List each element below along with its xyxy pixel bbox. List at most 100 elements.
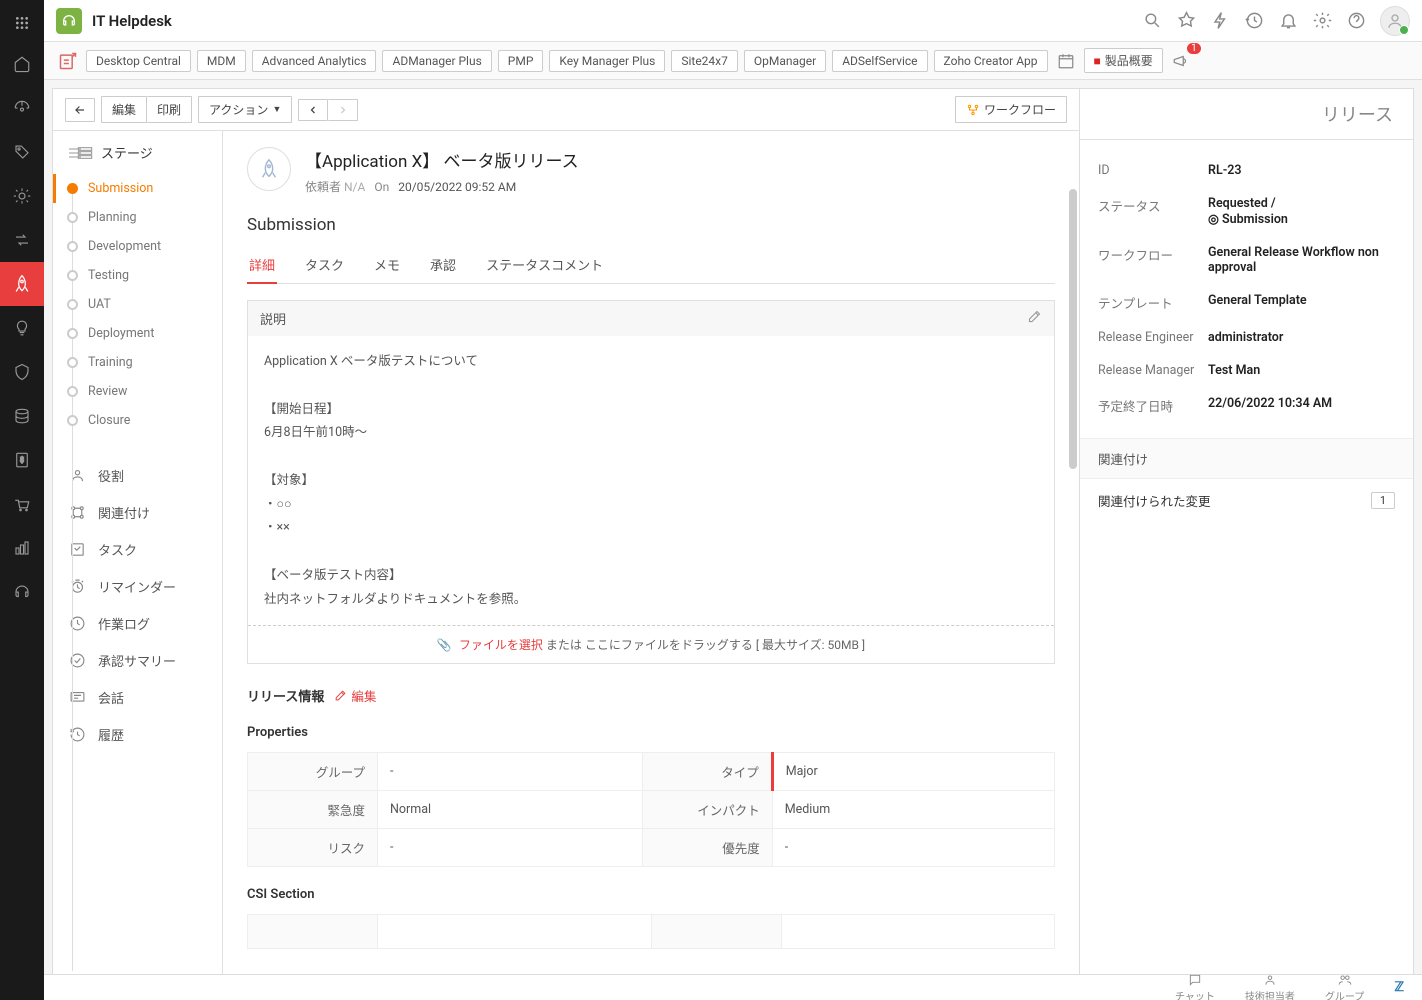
nav-home-icon[interactable]	[0, 42, 44, 86]
link-advanced-analytics[interactable]: Advanced Analytics	[252, 50, 377, 72]
link-admanager[interactable]: ADManager Plus	[382, 50, 491, 72]
bell-icon[interactable]	[1278, 11, 1298, 31]
integration-linkbar: Desktop Central MDM Advanced Analytics A…	[44, 42, 1422, 80]
footer-zia[interactable]: ℤ	[1394, 980, 1404, 995]
app-logo	[56, 8, 82, 34]
add-request-icon[interactable]	[56, 49, 80, 73]
sidemenu-assoc[interactable]: 関連付け	[53, 494, 222, 531]
action-dropdown[interactable]: アクション ▼	[198, 96, 292, 123]
video-product-overview[interactable]: ■製品概要	[1084, 48, 1163, 73]
stage-training[interactable]: Training	[67, 348, 208, 377]
apps-grid-icon[interactable]	[0, 4, 44, 42]
nav-cmdb-icon[interactable]	[0, 394, 44, 438]
properties-table: グループ-タイプMajor緊急度NormalインパクトMediumリスク-優先度…	[247, 752, 1055, 867]
nav-report-icon[interactable]	[0, 526, 44, 570]
meta-row: Release Engineeradministrator	[1098, 321, 1395, 354]
detail-panel: 【Application X】 ベータ版リリース 依頼者 N/A On 20/0…	[223, 131, 1079, 991]
paperclip-icon: 📎	[437, 638, 452, 652]
nav-release-icon[interactable]	[0, 262, 44, 306]
user-avatar[interactable]	[1380, 6, 1410, 36]
footer-group[interactable]: グループ	[1325, 973, 1364, 1000]
history-icon[interactable]	[1244, 11, 1264, 31]
link-keymanager[interactable]: Key Manager Plus	[549, 50, 665, 72]
nav-purchase-icon[interactable]	[0, 482, 44, 526]
calendar-icon[interactable]	[1054, 49, 1078, 73]
link-pmp[interactable]: PMP	[498, 50, 544, 72]
file-drop-zone[interactable]: 📎 ファイルを選択 または ここにファイルをドラッグする [ 最大サイズ: 50…	[248, 625, 1054, 663]
stage-deployment[interactable]: Deployment	[67, 319, 208, 348]
meta-row: IDRL-23	[1098, 154, 1395, 187]
tab-status-comments[interactable]: ステータスコメント	[484, 247, 605, 284]
stage-development[interactable]: Development	[67, 232, 208, 261]
associations-header: 関連付け	[1080, 438, 1413, 479]
description-body: Application X ベータ版テストについて 【開始日程】 6月8日午前1…	[248, 336, 1054, 625]
sidemenu-conv[interactable]: 会話	[53, 679, 222, 716]
prev-button[interactable]	[298, 99, 328, 121]
release-info-label: リリース情報	[247, 686, 324, 705]
back-button[interactable]	[65, 98, 95, 122]
stage-section-title: Submission	[247, 215, 1055, 235]
meta-row: Release ManagerTest Man	[1098, 354, 1395, 387]
stage-submission[interactable]: Submission	[67, 174, 208, 203]
link-mdm[interactable]: MDM	[197, 50, 246, 72]
help-icon[interactable]	[1346, 11, 1366, 31]
nav-tag-icon[interactable]	[0, 130, 44, 174]
meta-row: ステータスRequested / ◎ Submission	[1098, 187, 1395, 236]
release-info-edit[interactable]: 編集	[334, 686, 376, 705]
tab-tasks[interactable]: タスク	[303, 247, 346, 284]
sidebar-title: リリース	[1080, 89, 1413, 140]
stage-panel: ステージ SubmissionPlanningDevelopmentTestin…	[53, 131, 223, 991]
stage-uat[interactable]: UAT	[67, 290, 208, 319]
nav-asset-icon[interactable]	[0, 350, 44, 394]
sidemenu-approval[interactable]: 承認サマリー	[53, 642, 222, 679]
description-box: 説明 Application X ベータ版テストについて 【開始日程】 6月8日…	[247, 300, 1055, 664]
associated-change-row[interactable]: 関連付けられた変更 1	[1080, 479, 1413, 522]
link-opmanager[interactable]: OpManager	[744, 50, 826, 72]
sidemenu-worklog[interactable]: 作業ログ	[53, 605, 222, 642]
nav-solution-icon[interactable]	[0, 306, 44, 350]
scrollbar[interactable]	[1069, 189, 1077, 469]
link-zoho-creator[interactable]: Zoho Creator App	[934, 50, 1048, 72]
footer-technician[interactable]: 技術担当者	[1245, 973, 1295, 1000]
stage-planning[interactable]: Planning	[67, 203, 208, 232]
meta-row: テンプレートGeneral Template	[1098, 284, 1395, 321]
sidemenu-history[interactable]: 履歴	[53, 716, 222, 753]
sidemenu-role[interactable]: 役割	[53, 457, 222, 494]
nav-dashboard-icon[interactable]	[0, 86, 44, 130]
tab-details[interactable]: 詳細	[247, 247, 277, 284]
sidemenu-task[interactable]: タスク	[53, 531, 222, 568]
meta-row: ワークフローGeneral Release Workflow non appro…	[1098, 236, 1395, 284]
app-title: IT Helpdesk	[92, 12, 172, 30]
link-site24x7[interactable]: Site24x7	[671, 50, 738, 72]
edit-button[interactable]: 編集	[101, 96, 147, 123]
edit-description-icon[interactable]	[1027, 309, 1042, 328]
pin-icon[interactable]	[1176, 11, 1196, 31]
properties-title: Properties	[247, 725, 1055, 740]
next-button[interactable]	[328, 99, 358, 121]
stage-testing[interactable]: Testing	[67, 261, 208, 290]
gear-icon[interactable]	[1312, 11, 1332, 31]
topbar: IT Helpdesk	[44, 0, 1422, 42]
announce-icon[interactable]: 1	[1169, 49, 1193, 73]
sidemenu-reminder[interactable]: リマインダー	[53, 568, 222, 605]
description-label: 説明	[260, 309, 286, 328]
nav-problem-icon[interactable]	[0, 174, 44, 218]
stage-header: ステージ	[53, 131, 222, 174]
release-meta: 依頼者 N/A On 20/05/2022 09:52 AM	[305, 178, 579, 195]
print-button[interactable]: 印刷	[147, 96, 192, 123]
search-icon[interactable]	[1142, 11, 1162, 31]
svg-text:$: $	[20, 455, 24, 464]
workflow-button[interactable]: ワークフロー	[955, 96, 1067, 123]
nav-contract-icon[interactable]: $	[0, 438, 44, 482]
tab-approvals[interactable]: 承認	[428, 247, 458, 284]
stage-review[interactable]: Review	[67, 377, 208, 406]
left-nav-rail: $	[0, 0, 44, 1000]
nav-change-icon[interactable]	[0, 218, 44, 262]
link-desktop-central[interactable]: Desktop Central	[86, 50, 191, 72]
footer-chat[interactable]: チャット	[1175, 973, 1215, 1000]
bolt-icon[interactable]	[1210, 11, 1230, 31]
link-adselfservice[interactable]: ADSelfService	[832, 50, 927, 72]
stage-closure[interactable]: Closure	[67, 406, 208, 435]
tab-notes[interactable]: メモ	[372, 247, 402, 284]
nav-support-icon[interactable]	[0, 570, 44, 614]
